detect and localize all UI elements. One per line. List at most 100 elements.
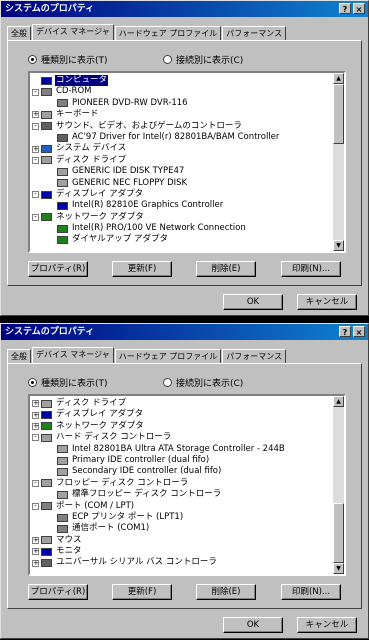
tree-item[interactable]: 通信ポート (COM1) <box>32 523 332 534</box>
tree-item[interactable]: Secondary IDE controller (dual fifo) <box>32 466 332 477</box>
usb-icon <box>41 559 52 568</box>
tree-item[interactable]: - ディスク ドライブ <box>32 155 332 166</box>
expand-icon[interactable]: + <box>32 422 39 430</box>
tree-item[interactable]: - ディスプレイ アダプタ <box>32 189 332 200</box>
system-properties-dialog-1: システムのプロパティ ? × 全般 デバイス マネージャ ハードウェア プロファ… <box>0 0 369 316</box>
tree-item[interactable]: + ディスプレイ アダプタ <box>32 409 332 420</box>
tree-item[interactable]: - フロッピー ディスク コントローラ <box>32 478 332 489</box>
cancel-button[interactable]: キャンセル <box>297 617 357 633</box>
radio-by-connection[interactable]: 接続別に表示(C) <box>163 376 243 389</box>
vertical-scrollbar[interactable]: ▲ ▼ <box>333 396 344 574</box>
tree-item[interactable]: PIONEER DVD-RW DVR-116 <box>32 98 332 109</box>
properties-button[interactable]: プロパティ(R) <box>28 261 88 277</box>
scroll-up-arrow-icon[interactable]: ▲ <box>333 396 344 407</box>
tab-general[interactable]: 全般 <box>7 26 31 40</box>
tree-item[interactable]: + ディスク ドライブ <box>32 398 332 409</box>
tree-item[interactable]: Primary IDE controller (dual fifo) <box>32 455 332 466</box>
network-icon <box>41 422 52 431</box>
collapse-icon[interactable]: - <box>32 191 39 199</box>
radio-by-connection[interactable]: 接続別に表示(C) <box>163 53 243 66</box>
tab-hardware-profiles[interactable]: ハードウェア プロファイル <box>114 349 222 363</box>
expand-icon[interactable]: + <box>32 548 39 556</box>
tab-device-manager[interactable]: デバイス マネージャ <box>32 24 114 40</box>
tree-item-label: フロッピー ディスク コントローラ <box>56 477 189 488</box>
close-button[interactable]: × <box>353 326 365 337</box>
tree-item[interactable]: - ハード ディスク コントローラ <box>32 432 332 443</box>
tree-item[interactable]: - CD-ROM <box>32 86 332 97</box>
tree-item[interactable]: Intel(R) 82810E Graphics Controller <box>32 200 332 211</box>
tree-item[interactable]: GENERIC IDE DISK TYPE47 <box>32 166 332 177</box>
tree-item[interactable]: - ポート (COM / LPT) <box>32 501 332 512</box>
help-button[interactable]: ? <box>339 3 351 14</box>
refresh-button[interactable]: 更新(F) <box>112 261 172 277</box>
collapse-icon[interactable]: - <box>32 502 39 510</box>
print-button[interactable]: 印刷(N)... <box>281 261 341 277</box>
tree-item[interactable]: Intel(R) PRO/100 VE Network Connection <box>32 223 332 234</box>
device-tree[interactable]: + ディスク ドライブ + ディスプレイ アダプタ + ネットワーク アダプタ - ハード デ… <box>28 394 346 576</box>
properties-button[interactable]: プロパティ(R) <box>28 584 88 600</box>
tree-item[interactable]: ECP プリンタ ポート (LPT1) <box>32 512 332 523</box>
tree-item[interactable]: ダイヤルアップ アダプタ <box>32 234 332 245</box>
scroll-thumb[interactable] <box>333 503 344 563</box>
tab-performance[interactable]: パフォーマンス <box>222 26 287 40</box>
ok-button[interactable]: OK <box>223 294 283 310</box>
expand-icon[interactable]: + <box>32 536 39 544</box>
disk-drive-icon <box>57 179 68 188</box>
tab-hardware-profiles[interactable]: ハードウェア プロファイル <box>114 26 222 40</box>
collapse-icon[interactable]: - <box>32 156 39 164</box>
device-tree[interactable]: コンピュータ - CD-ROM PIONEER DVD-RW DVR-116 + キーボー… <box>28 71 346 253</box>
remove-button[interactable]: 削除(E) <box>196 584 256 600</box>
expand-icon[interactable]: + <box>32 111 39 119</box>
tree-item[interactable]: + ユニバーサル シリアル バス コントローラ <box>32 557 332 568</box>
remove-button[interactable]: 削除(E) <box>196 261 256 277</box>
tree-item[interactable]: GENERIC NEC FLOPPY DISK <box>32 178 332 189</box>
tree-item[interactable]: + マウス <box>32 535 332 546</box>
radio-by-type[interactable]: 種類別に表示(T) <box>28 376 108 389</box>
radio-by-connection-label: 接続別に表示(C) <box>176 56 244 66</box>
collapse-icon[interactable]: - <box>32 434 39 442</box>
radio-by-type[interactable]: 種類別に表示(T) <box>28 53 108 66</box>
network-icon <box>57 224 68 233</box>
radio-by-connection-label: 接続別に表示(C) <box>176 379 244 389</box>
tree-item-label: ECP プリンタ ポート (LPT1) <box>72 511 184 522</box>
port-icon <box>41 502 52 511</box>
collapse-icon[interactable]: - <box>32 479 39 487</box>
tree-item[interactable]: + ネットワーク アダプタ <box>32 421 332 432</box>
cancel-button[interactable]: キャンセル <box>297 294 357 310</box>
ok-button[interactable]: OK <box>223 617 283 633</box>
tree-item[interactable]: AC'97 Driver for Intel(r) 82801BA/BAM Co… <box>32 132 332 143</box>
tab-performance[interactable]: パフォーマンス <box>222 349 287 363</box>
expand-icon[interactable]: + <box>32 145 39 153</box>
tab-general[interactable]: 全般 <box>7 349 31 363</box>
tree-item-label: Secondary IDE controller (dual fifo) <box>72 466 222 477</box>
scroll-down-arrow-icon[interactable]: ▼ <box>333 240 344 251</box>
expand-icon[interactable]: + <box>32 411 39 419</box>
expand-icon[interactable]: + <box>32 559 39 567</box>
collapse-icon[interactable]: - <box>32 122 39 130</box>
help-button[interactable]: ? <box>339 326 351 337</box>
tree-item[interactable]: - ネットワーク アダプタ <box>32 212 332 223</box>
tree-item[interactable]: コンピュータ <box>32 75 332 87</box>
tree-item[interactable]: - サウンド、ビデオ、およびゲームのコントローラ <box>32 121 332 132</box>
title-bar[interactable]: システムのプロパティ ? × <box>1 324 368 340</box>
refresh-button[interactable]: 更新(F) <box>112 584 172 600</box>
vertical-scrollbar[interactable]: ▲ ▼ <box>333 73 344 251</box>
tree-item[interactable]: + モニタ <box>32 546 332 557</box>
tree-item-label: ディスプレイ アダプタ <box>56 188 144 199</box>
print-button[interactable]: 印刷(N)... <box>281 584 341 600</box>
tree-item[interactable]: + キーボード <box>32 109 332 120</box>
close-button[interactable]: × <box>353 3 365 14</box>
collapse-icon[interactable]: - <box>32 213 39 221</box>
network-icon <box>41 213 52 222</box>
tree-item[interactable]: Intel 82801BA Ultra ATA Storage Controll… <box>32 444 332 455</box>
tree-item[interactable]: + システム デバイス <box>32 143 332 154</box>
scroll-down-arrow-icon[interactable]: ▼ <box>333 563 344 574</box>
display-icon <box>57 201 68 210</box>
collapse-icon[interactable]: - <box>32 88 39 96</box>
tab-device-manager[interactable]: デバイス マネージャ <box>32 347 114 363</box>
tree-item[interactable]: 標準フロッピー ディスク コントローラ <box>32 489 332 500</box>
expand-icon[interactable]: + <box>32 400 39 408</box>
scroll-thumb[interactable] <box>333 84 344 144</box>
scroll-up-arrow-icon[interactable]: ▲ <box>333 73 344 84</box>
title-bar[interactable]: システムのプロパティ ? × <box>1 1 368 17</box>
